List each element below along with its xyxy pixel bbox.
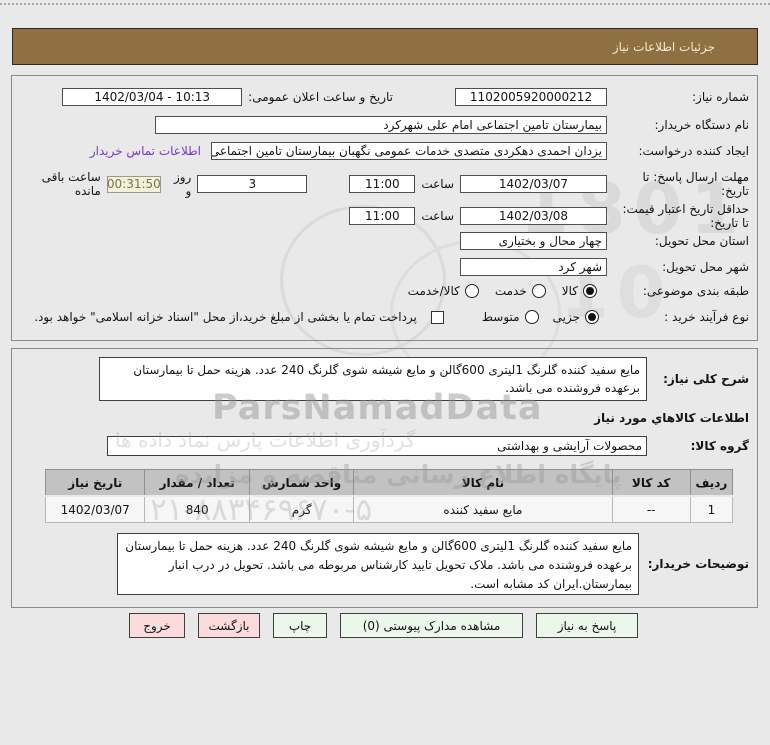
cell-need-date: 1402/03/07 — [44, 495, 146, 523]
col-count-unit: واحد شمارش — [248, 469, 355, 497]
price-validity-row: حداقل تاریخ اعتبار قیمت: تا تاریخ: 1402/… — [20, 202, 749, 230]
delivery-province-label: استان محل تحویل: — [654, 234, 749, 248]
delivery-city-label: شهر محل تحویل: — [662, 260, 749, 274]
cell-row-number: 1 — [689, 495, 734, 523]
validity-time-input[interactable]: 11:00 — [349, 207, 416, 225]
subject-classification-row: طبقه بندی موضوعی: کالا خدمت کالا/خدمت — [20, 284, 749, 298]
need-number-label: شماره نیاز: — [692, 90, 749, 104]
purchase-process-label: نوع فرآیند خرید : — [664, 310, 749, 324]
goods-section-header: اطلاعات کالاهاي مورد نیاز — [594, 411, 749, 425]
buyer-notes-label: توضیحات خریدار: — [647, 557, 749, 571]
radio-service-icon[interactable] — [531, 284, 546, 298]
print-button[interactable]: چاپ — [273, 613, 327, 638]
respond-to-need-button[interactable]: پاسخ به نیاز — [536, 613, 638, 638]
hours-remaining-label: ساعت باقی مانده — [41, 170, 101, 198]
class-option-service: خدمت — [495, 284, 546, 298]
col-quantity: تعداد / مقدار — [144, 469, 250, 497]
request-creator-input[interactable]: یزدان احمدی دهکردی متصدی خدمات عمومی نگه… — [211, 142, 607, 160]
col-need-date: تاریخ نیاز — [44, 469, 146, 497]
top-dotted-divider — [0, 3, 770, 5]
buyer-org-label: نام دستگاه خریدار: — [654, 118, 750, 132]
treasury-note: پرداخت تمام یا بخشی از مبلغ خرید،از محل … — [34, 310, 417, 324]
goods-table-wrap: ردیف کد کالا نام کالا واحد شمارش تعداد /… — [44, 469, 734, 523]
process-option-medium: متوسط — [482, 310, 539, 324]
goods-table-header-row: ردیف کد کالا نام کالا واحد شمارش تعداد /… — [44, 469, 734, 497]
subject-classification-label: طبقه بندی موضوعی: — [642, 284, 749, 298]
need-summary-textarea[interactable]: مایع سفید کننده گلرنگ 1لیتری 600گالن و م… — [99, 357, 647, 401]
treasury-checkbox[interactable] — [430, 310, 444, 324]
need-number-row: شماره نیاز: 1102005920000212 تاریخ و ساع… — [20, 88, 749, 106]
buyer-org-input[interactable]: بیمارستان تامین اجتماعی امام علی شهرکرد — [155, 116, 607, 134]
deadline-time-input[interactable]: 11:00 — [349, 175, 416, 193]
goods-table: ردیف کد کالا نام کالا واحد شمارش تعداد /… — [44, 469, 734, 523]
purchase-process-row: نوع فرآیند خرید : جزیی متوسط پرداخت تمام… — [20, 310, 749, 324]
days-remaining-input[interactable]: 3 — [197, 175, 308, 193]
need-number-input[interactable]: 1102005920000212 — [455, 88, 607, 106]
need-details-page: 1801 10 جزئیات اطلاعات نیاز شماره نیاز: … — [0, 0, 770, 745]
class-option-goods-service: کالا/خدمت — [408, 284, 479, 298]
request-creator-label: ایجاد کننده درخواست: — [638, 144, 749, 158]
col-row-number: ردیف — [689, 469, 734, 497]
request-creator-row: ایجاد کننده درخواست: یزدان احمدی دهکردی … — [20, 142, 749, 160]
validity-date-input[interactable]: 1402/03/08 — [460, 207, 607, 225]
announce-datetime-input[interactable]: 1402/03/04 - 10:13 — [62, 88, 243, 106]
buyer-notes-row: توضیحات خریدار: مایع سفید کننده گلرنگ 1ل… — [117, 533, 749, 595]
goods-group-input[interactable]: محصولات آرایشی و بهداشتی — [107, 436, 647, 456]
goods-info-panel: شرح کلی نیاز: مایع سفید کننده گلرنگ 1لیت… — [11, 348, 758, 608]
title-bar: جزئیات اطلاعات نیاز — [12, 28, 758, 65]
cell-goods-name: مایع سفید کننده — [353, 495, 613, 523]
announce-datetime-label: تاریخ و ساعت اعلان عمومی: — [248, 90, 393, 104]
goods-group-label: گروه کالا: — [690, 439, 749, 453]
buyer-notes-textarea[interactable]: مایع سفید کننده گلرنگ 1لیتری 600گالن و م… — [117, 533, 639, 595]
response-deadline-label: مهلت ارسال پاسخ: تا تاریخ: — [642, 170, 749, 198]
delivery-province-row: استان محل تحویل: چهار محال و بختیاری — [20, 232, 749, 250]
radio-goods-icon[interactable] — [583, 284, 597, 298]
response-deadline-row: مهلت ارسال پاسخ: تا تاریخ: 1402/03/07 سا… — [20, 170, 749, 198]
goods-group-row: گروه کالا: محصولات آرایشی و بهداشتی — [107, 436, 749, 456]
radio-minor-icon[interactable] — [585, 310, 599, 324]
deadline-date-input[interactable]: 1402/03/07 — [460, 175, 607, 193]
process-option-minor: جزیی — [553, 310, 599, 324]
page-title: جزئیات اطلاعات نیاز — [612, 39, 715, 54]
buyer-contact-link[interactable]: اطلاعات تماس خریدار — [90, 144, 201, 158]
delivery-province-input[interactable]: چهار محال و بختیاری — [460, 232, 607, 250]
col-goods-code: کد کالا — [611, 469, 691, 497]
process-option-minor-label: جزیی — [552, 310, 580, 324]
goods-section-title: اطلاعات کالاهاي مورد نیاز — [594, 411, 749, 425]
deadline-hour-label: ساعت — [421, 177, 454, 191]
class-option-goods-label: کالا — [561, 284, 578, 298]
radio-medium-icon[interactable] — [524, 310, 539, 324]
days-and-label: روز و — [173, 170, 192, 198]
action-buttons: پاسخ به نیاز مشاهده مدارک پیوستی (0) چاپ… — [129, 613, 638, 638]
process-option-medium-label: متوسط — [481, 310, 520, 324]
radio-goods-service-icon[interactable] — [464, 284, 479, 298]
need-summary-label: شرح کلی نیاز: — [663, 372, 749, 386]
validity-hour-label: ساعت — [421, 209, 454, 223]
view-attachments-button[interactable]: مشاهده مدارک پیوستی (0) — [340, 613, 523, 638]
cell-quantity: 840 — [144, 495, 250, 523]
delivery-city-input[interactable]: شهر کرد — [460, 258, 607, 276]
class-option-goods: کالا — [562, 284, 597, 298]
back-button[interactable]: بازگشت — [198, 613, 260, 638]
delivery-city-row: شهر محل تحویل: شهر کرد — [20, 258, 749, 276]
buyer-org-row: نام دستگاه خریدار: بیمارستان تامین اجتما… — [20, 116, 749, 134]
col-goods-name: نام کالا — [353, 469, 613, 497]
price-validity-label: حداقل تاریخ اعتبار قیمت: تا تاریخ: — [622, 202, 749, 230]
table-row: 1 -- مایع سفید کننده گرم 840 1402/03/07 — [44, 495, 734, 523]
need-summary-row: شرح کلی نیاز: مایع سفید کننده گلرنگ 1لیت… — [99, 357, 749, 401]
need-info-panel: شماره نیاز: 1102005920000212 تاریخ و ساع… — [11, 75, 758, 341]
countdown-timer: 00:31:50 — [106, 175, 161, 193]
class-option-goods-service-label: کالا/خدمت — [407, 284, 460, 298]
cell-goods-code: -- — [611, 495, 691, 523]
exit-button[interactable]: خروج — [129, 613, 185, 638]
class-option-service-label: خدمت — [494, 284, 527, 298]
cell-count-unit: گرم — [248, 495, 355, 523]
